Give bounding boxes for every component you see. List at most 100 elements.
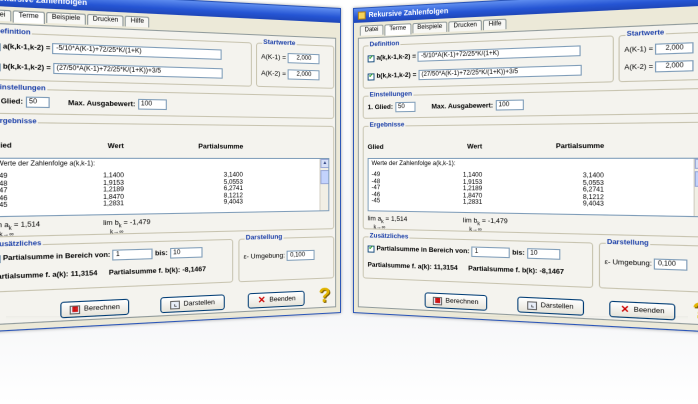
zusaetzliches-group: Zusätzliches ✔ Partialsumme in Bereich v… xyxy=(0,239,233,293)
range-from-input[interactable]: 1 xyxy=(472,246,510,258)
a-term-checkbox[interactable]: ✔ xyxy=(368,55,375,62)
start-b-label: A(K-2) = xyxy=(624,63,653,72)
app-window-left: Rekursive Zahlenfolgen Datei Terme Beisp… xyxy=(0,0,341,333)
tab-hilfe[interactable]: Hilfe xyxy=(483,19,507,31)
tab-terme[interactable]: Terme xyxy=(384,23,411,35)
zusaetzliches-legend: Zusätzliches xyxy=(369,232,410,241)
partialsumme-checkbox[interactable]: ✔ xyxy=(368,245,375,252)
scroll-up-icon[interactable]: ▲ xyxy=(320,159,329,168)
start-b-input[interactable]: 2,000 xyxy=(655,60,694,72)
zusaetzliches-group: Zusätzliches ✔ Partialsumme in Bereich v… xyxy=(363,236,593,288)
glied-input[interactable]: 50 xyxy=(395,102,415,113)
col-partial-header: Partialsumme xyxy=(198,143,243,151)
results-rows: -49 1,1400 3,1400 -48 1,9153 5,0553 -47 1,2189 6… xyxy=(372,172,681,209)
limit-a: lim ak = 1,514 k→∞ xyxy=(368,215,408,231)
sum-b-label: Partialsumme f. b(k): xyxy=(109,267,180,277)
results-scrollbar[interactable]: ▲ xyxy=(694,159,698,216)
max-input[interactable]: 100 xyxy=(495,100,523,111)
col-wert-header: Wert xyxy=(108,143,124,151)
limit-b: lim bk = -1,479 k→∞ xyxy=(463,217,508,234)
tab-hilfe[interactable]: Hilfe xyxy=(125,16,150,28)
range-from-input[interactable]: 1 xyxy=(113,249,153,261)
beenden-button[interactable]: ✕ Beenden xyxy=(248,291,305,309)
darstellen-label: Darstellen xyxy=(184,299,215,308)
b-term-input[interactable]: (27/50*A(K-1)+72/25*K/(1+K))+3/5 xyxy=(53,63,222,79)
a-term-label: a(k,k-1,k-2) = xyxy=(376,53,416,62)
einstellungen-legend: Einstellungen xyxy=(0,84,47,94)
cell-partial: 9,4043 xyxy=(583,201,604,208)
darstellen-button[interactable]: ⌞ Darstellen xyxy=(517,297,584,316)
calculator-icon: ▦ xyxy=(70,305,80,314)
app-icon xyxy=(358,11,366,19)
umgebung-input[interactable]: 0,100 xyxy=(287,250,315,261)
sum-a-value: 11,3154 xyxy=(71,270,98,279)
cell-partial: 9,4043 xyxy=(224,199,243,206)
results-scrollbar[interactable]: ▲ xyxy=(319,159,328,210)
help-icon[interactable]: ? xyxy=(692,300,698,323)
app-window-right: Rekursive Zahlenfolgen Datei Terme Beisp… xyxy=(353,0,698,333)
chart-icon: ⌞ xyxy=(171,300,181,309)
tab-drucken[interactable]: Drucken xyxy=(87,14,124,27)
darstellung-group: Darstellung ε- Umgebung: 0,100 xyxy=(238,236,334,282)
b-term-input[interactable]: (27/50*A(K-1)+72/25*K/(1+K))+3/5 xyxy=(418,65,581,80)
ergebnisse-group: Ergebnisse Glied Wert Partialsumme Werte… xyxy=(0,122,334,238)
b-term-checkbox[interactable]: ✔ xyxy=(368,73,375,80)
range-to-input[interactable]: 10 xyxy=(527,248,560,260)
sum-a-label: Partialsumme f. a(k): xyxy=(368,262,432,271)
a-term-input[interactable]: -5/10*A(K-1)+72/25*K/(1+K) xyxy=(418,45,581,61)
tab-drucken[interactable]: Drucken xyxy=(448,20,482,32)
b-term-label: b(k,k-1,k-2) = xyxy=(3,63,51,72)
beenden-label: Beenden xyxy=(634,306,665,315)
berechnen-label: Berechnen xyxy=(84,303,120,312)
max-label: Max. Ausgabewert: xyxy=(431,102,493,110)
window-title: Rekursive Zahlenfolgen xyxy=(0,0,87,7)
beenden-button[interactable]: ✕ Beenden xyxy=(609,301,675,321)
berechnen-button[interactable]: ▦ Berechnen xyxy=(60,299,129,319)
sum-a-value: 11,3154 xyxy=(434,264,458,272)
tab-datei[interactable]: Datei xyxy=(0,9,11,22)
range-to-input[interactable]: 10 xyxy=(170,247,202,259)
umgebung-label: ε- Umgebung: xyxy=(605,259,652,268)
beenden-label: Beenden xyxy=(269,295,295,303)
glied-label: 1. Glied: xyxy=(368,104,393,112)
tab-beispiele[interactable]: Beispiele xyxy=(412,21,447,33)
darstellen-button[interactable]: ⌞ Darstellen xyxy=(160,294,225,313)
limit-a: lim ak = 1,514 k→∞ xyxy=(0,221,40,239)
bis-label: bis: xyxy=(155,250,168,258)
cell-glied: -45 xyxy=(372,198,463,206)
chart-icon: ⌞ xyxy=(528,301,538,310)
start-a-label: A(K-1) = xyxy=(624,45,653,54)
start-a-input[interactable]: 2,000 xyxy=(288,53,320,64)
tab-beispiele[interactable]: Beispiele xyxy=(46,12,86,25)
results-list[interactable]: Werte der Zahlenfolge a(k,k-1): -49 1,140… xyxy=(368,158,698,218)
start-a-label: A(K-1) = xyxy=(261,54,286,62)
zusaetzliches-legend: Zusätzliches xyxy=(0,240,43,250)
cell-wert: 1,2831 xyxy=(103,200,224,209)
scroll-thumb[interactable] xyxy=(320,170,329,184)
definition-legend: Definition xyxy=(369,40,401,49)
berechnen-button[interactable]: ▦ Berechnen xyxy=(425,292,488,311)
ergebnisse-group: Ergebnisse Glied Wert Partialsumme Werte… xyxy=(363,122,698,238)
glied-input[interactable]: 50 xyxy=(25,97,49,109)
help-icon[interactable]: ? xyxy=(319,285,331,306)
partialsumme-label: Partialsumme in Bereich von: xyxy=(3,251,111,262)
main-panel: Definition ✔ a(k,k-1,k-2) = -5/10*A(K-1)… xyxy=(0,22,336,326)
umgebung-label: ε- Umgebung: xyxy=(244,252,285,261)
col-glied-header: Glied xyxy=(368,144,384,151)
tab-terme[interactable]: Terme xyxy=(13,10,45,24)
results-list[interactable]: Werte der Zahlenfolge a(k,k-1): -49 1,140… xyxy=(0,158,329,218)
umgebung-input[interactable]: 0,100 xyxy=(654,258,688,270)
definition-group: Definition ✔ a(k,k-1,k-2) = -5/10*A(K-1)… xyxy=(0,32,252,87)
darstellung-legend: Darstellung xyxy=(606,238,650,248)
cell-glied: -45 xyxy=(0,201,103,210)
sum-b-value: -8,1467 xyxy=(182,266,206,274)
start-a-input[interactable]: 2,000 xyxy=(655,42,694,55)
start-b-input[interactable]: 2,000 xyxy=(288,69,320,80)
einstellungen-legend: Einstellungen xyxy=(369,91,413,100)
max-input[interactable]: 100 xyxy=(138,99,167,110)
darstellen-label: Darstellen xyxy=(541,302,574,311)
col-partial-header: Partialsumme xyxy=(556,143,604,151)
col-wert-header: Wert xyxy=(467,143,482,150)
a-term-input[interactable]: -5/10*A(K-1)+72/25*K/(1+K) xyxy=(53,43,223,60)
tab-datei[interactable]: Datei xyxy=(360,25,384,36)
